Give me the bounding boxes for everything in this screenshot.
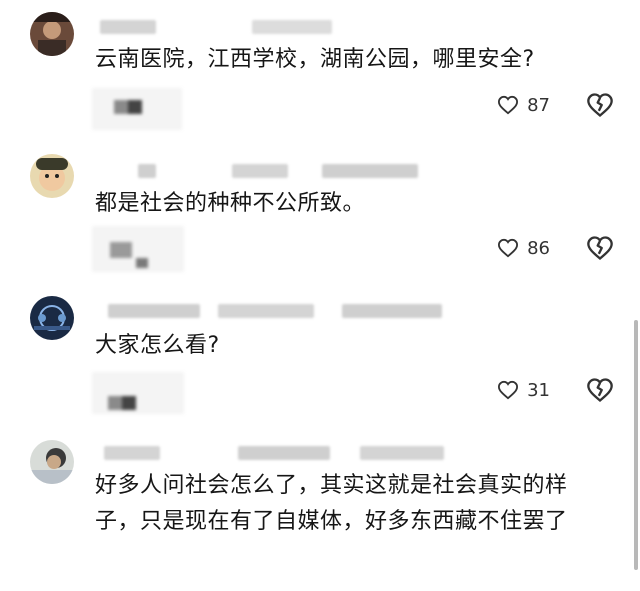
reply-preview-obscured: [92, 226, 184, 272]
username-obscured: [108, 304, 200, 318]
username-obscured: [322, 164, 418, 178]
like-count: 86: [527, 237, 550, 259]
username-obscured: [138, 164, 156, 178]
username-obscured: [100, 20, 156, 34]
heart-outline-icon: [498, 95, 519, 115]
reply-preview-obscured: [92, 372, 184, 414]
username-obscured: [342, 304, 442, 318]
broken-heart-icon: [587, 93, 613, 118]
username-obscured: [232, 164, 288, 178]
comment-text: 好多人问社会怎么了，其实这就是社会真实的样子，只是现在有了自媒体，好多东西藏不住…: [95, 473, 568, 534]
like-button[interactable]: 31: [497, 376, 550, 404]
comment-text: 都是社会的种种不公所致。: [95, 191, 366, 216]
scrollbar[interactable]: [634, 320, 638, 570]
like-button[interactable]: 87: [497, 91, 550, 119]
comment-text: 大家怎么看?: [95, 333, 220, 358]
dislike-button[interactable]: [586, 91, 614, 119]
reply-preview-obscured: [92, 88, 182, 130]
like-count: 87: [527, 94, 550, 116]
username-obscured: [104, 446, 160, 460]
broken-heart-icon: [587, 236, 613, 261]
avatar[interactable]: [30, 296, 74, 340]
dislike-button[interactable]: [586, 234, 614, 262]
username-obscured: [238, 446, 330, 460]
username-obscured: [360, 446, 444, 460]
comment-text: 云南医院，江西学校，湖南公园，哪里安全?: [95, 47, 535, 72]
broken-heart-icon: [587, 378, 613, 403]
avatar[interactable]: [30, 154, 74, 198]
username-obscured: [218, 304, 314, 318]
dislike-button[interactable]: [586, 376, 614, 404]
avatar[interactable]: [30, 12, 74, 56]
avatar[interactable]: [30, 440, 74, 484]
like-count: 31: [527, 379, 550, 401]
like-button[interactable]: 86: [497, 234, 550, 262]
username-obscured: [252, 20, 332, 34]
heart-outline-icon: [498, 238, 519, 258]
heart-outline-icon: [498, 380, 519, 400]
